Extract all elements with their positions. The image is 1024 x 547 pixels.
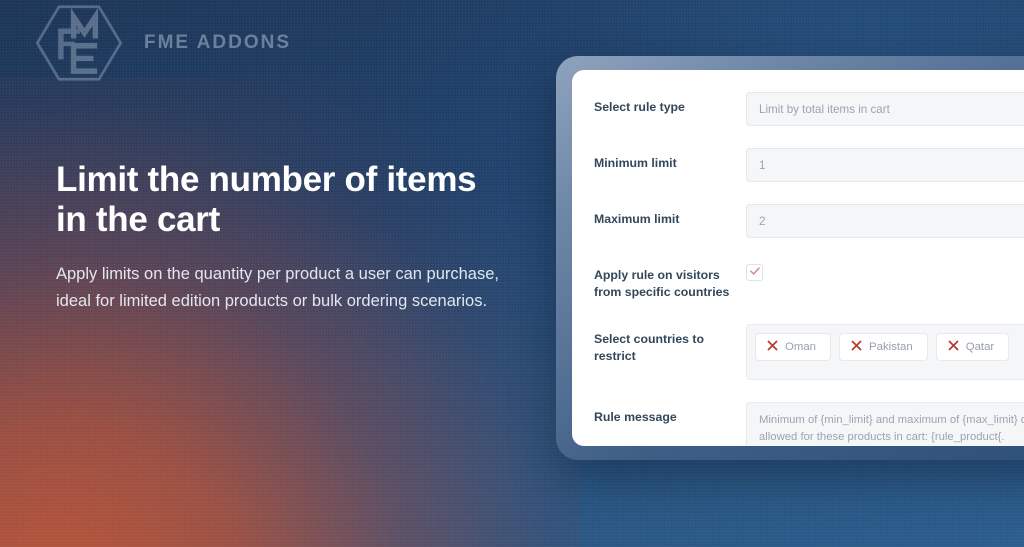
control-maximum-limit: 2 — [746, 204, 1024, 238]
label-minimum-limit: Minimum limit — [594, 156, 677, 170]
label-maximum-limit: Maximum limit — [594, 212, 680, 226]
form-row-minimum-limit: Minimum limit 1 — [594, 148, 1024, 182]
device-frame: Select rule type Limit by total items in… — [556, 56, 1024, 460]
form-row-rule-message: Rule message Minimum of {min_limit} and … — [594, 401, 1024, 446]
country-tag-label: Pakistan — [869, 340, 913, 353]
form-row-rule-type: Select rule type Limit by total items in… — [594, 92, 1024, 126]
close-x-icon[interactable] — [851, 340, 862, 354]
brand-name: FME ADDONS — [144, 32, 292, 53]
page-title: Limit the number of items in the cart — [56, 160, 526, 239]
country-tag[interactable]: Oman — [755, 332, 832, 361]
control-rule-type: Limit by total items in cart — [746, 92, 1024, 126]
form-row-maximum-limit: Maximum limit 2 — [594, 204, 1024, 238]
rule-type-value: Limit by total items in cart — [759, 102, 890, 116]
label-rule-type: Select rule type — [594, 100, 685, 114]
brand-lockup: FME ADDONS — [30, 4, 291, 82]
label-countries: Select countries to restrict — [594, 331, 705, 364]
country-tag-label: Oman — [785, 340, 817, 353]
settings-panel: Select rule type Limit by total items in… — [572, 70, 1024, 446]
rule-message-textarea[interactable]: Minimum of {min_limit} and maximum of {m… — [746, 401, 1024, 446]
label-rule-message: Rule message — [594, 409, 677, 424]
minimum-limit-input[interactable]: 1 — [746, 148, 1024, 182]
country-tag-label: Qatar — [965, 340, 995, 353]
hero-copy: Limit the number of items in the cart Ap… — [56, 160, 526, 315]
control-rule-message: Minimum of {min_limit} and maximum of {m… — [746, 401, 1024, 446]
control-countries: Oman Pakistan Qatar — [746, 323, 1024, 380]
checkmark-icon — [749, 264, 761, 282]
country-tag[interactable]: Pakistan — [839, 332, 928, 361]
close-x-icon[interactable] — [767, 340, 778, 354]
maximum-limit-value: 2 — [759, 214, 766, 228]
fme-hexagon-logo-icon — [30, 4, 128, 82]
close-x-icon[interactable] — [948, 340, 959, 354]
promo-banner: FME ADDONS Limit the number of items in … — [0, 0, 1024, 547]
country-rule-checkbox[interactable] — [746, 264, 763, 281]
countries-tag-input[interactable]: Oman Pakistan Qatar — [746, 323, 1024, 380]
control-minimum-limit: 1 — [746, 148, 1024, 182]
page-subtitle: Apply limits on the quantity per product… — [56, 265, 499, 310]
control-country-rule — [746, 260, 1024, 281]
label-country-rule: Apply rule on visitors from specific cou… — [594, 268, 730, 300]
maximum-limit-input[interactable]: 2 — [746, 204, 1024, 238]
minimum-limit-value: 1 — [759, 158, 766, 172]
country-tag[interactable]: Qatar — [935, 332, 1010, 361]
rule-settings-form: Select rule type Limit by total items in… — [594, 92, 1024, 446]
page-title-line-2: in the cart — [56, 199, 220, 239]
rule-type-select[interactable]: Limit by total items in cart — [746, 92, 1024, 126]
form-row-country-rule: Apply rule on visitors from specific cou… — [594, 260, 1024, 302]
page-title-line-1: Limit the number of items — [56, 160, 477, 199]
form-row-countries: Select countries to restrict Oman Pakist… — [594, 323, 1024, 380]
